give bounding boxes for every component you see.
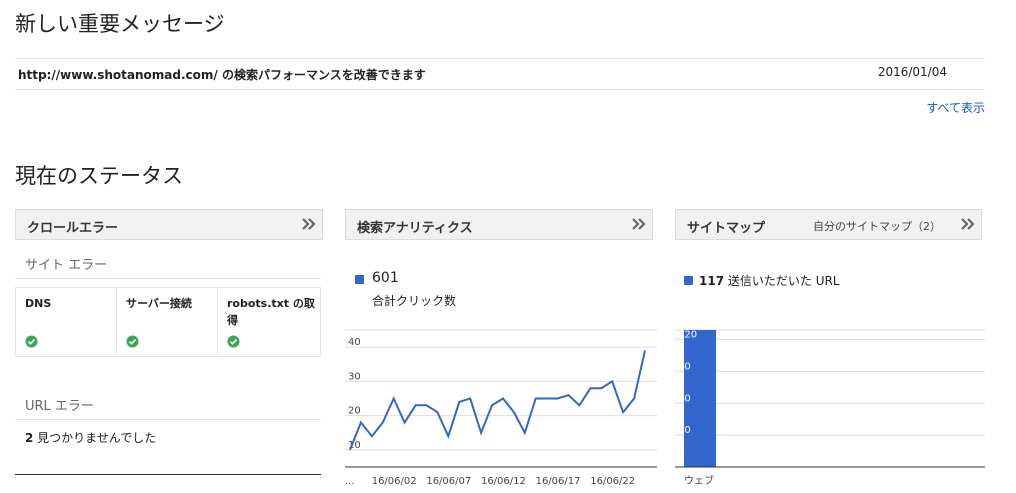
total-clicks-value: 601 [372,270,399,286]
total-clicks-label: 合計クリック数 [372,294,457,308]
url-errors-summary[interactable]: 2 見つかりませんでした [25,429,156,446]
divider [15,474,321,475]
search-analytics-title: 検索アナリティクス [357,221,473,236]
x-tick-label: ... [345,476,355,487]
double-chevron-right-icon[interactable] [629,214,649,234]
y-tick-label: 30 [348,371,361,382]
message-row[interactable]: http://www.shotanomad.com/ の検索パフォーマンスを改善… [15,58,985,90]
site-error-dns[interactable]: DNS [15,287,117,357]
sitemaps-title: サイトマップ [687,221,766,236]
message-date: 2016/01/04 [877,65,947,79]
x-tick-label: 16/06/22 [590,476,635,487]
site-errors-label: サイト エラー [25,258,108,273]
message-text[interactable]: http://www.shotanomad.com/ の検索パフォーマンスを改善… [18,66,426,83]
divider [15,419,321,420]
x-tick-label: 16/06/17 [536,476,581,487]
clicks-series-line [349,350,646,451]
crawl-errors-header[interactable]: クロールエラー [15,209,323,240]
check-circle-icon [126,335,139,348]
submitted-urls-label: 送信いただいた URL [724,274,840,288]
check-circle-icon [227,335,240,348]
divider [15,278,321,279]
clicks-line-chart: 10203040... 16/06/02 16/06/07 16/06/12 16/06… [345,329,657,487]
x-tick-label: 16/06/07 [426,476,471,487]
x-tick-label: 16/06/12 [481,476,526,487]
site-error-server-connectivity[interactable]: サーバー接続 [116,287,218,357]
sitemap-bar-chart: 30 60 90 120 ウェブ [675,329,985,487]
show-all-link[interactable]: すべて表示 [926,99,985,116]
series-color-swatch [355,275,364,284]
submitted-urls-stat: 117 送信いただいた URL [699,272,840,289]
current-status-title: 現在のステータス [15,164,183,188]
submitted-urls-count: 117 [699,274,725,288]
x-category-label: ウェブ [684,474,714,487]
series-color-swatch [684,276,693,285]
y-tick-label: 20 [348,406,361,417]
check-circle-icon [25,335,38,348]
site-error-label: robots.txt の取得 [227,297,315,327]
crawl-errors-title: クロールエラー [27,221,119,236]
sitemaps-header[interactable]: サイトマップ 自分のサイトマップ（2） [675,209,982,240]
my-sitemaps-link[interactable]: 自分のサイトマップ（2） [813,218,941,234]
y-tick-label: 40 [348,337,361,348]
site-error-label: サーバー接続 [126,297,192,310]
important-messages-title: 新しい重要メッセージ [15,12,225,36]
y-tick-label: 60 [678,393,691,404]
y-tick-label: 120 [678,330,697,341]
site-error-robots-fetch[interactable]: robots.txt の取得 [217,287,321,357]
double-chevron-right-icon[interactable] [299,214,319,234]
search-analytics-header[interactable]: 検索アナリティクス [345,209,653,240]
y-tick-label: 90 [678,361,691,372]
url-errors-text: 見つかりませんでした [33,431,157,445]
site-error-label: DNS [25,297,52,310]
double-chevron-right-icon[interactable] [958,214,978,234]
x-tick-label: 16/06/02 [372,476,417,487]
url-errors-label: URL エラー [25,399,94,414]
y-tick-label: 30 [678,425,691,436]
